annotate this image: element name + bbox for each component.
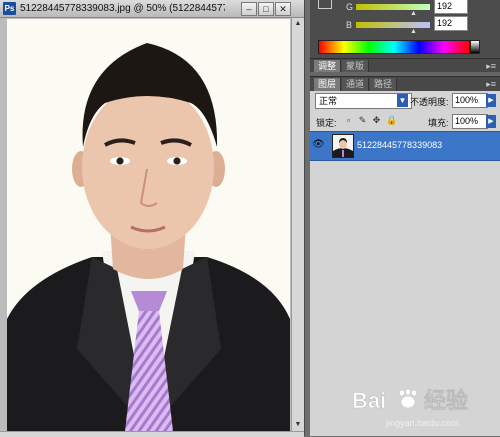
lock-position-icon[interactable]: ✥ xyxy=(372,116,381,125)
tab-layers[interactable]: 图层 xyxy=(314,78,342,91)
g-slider[interactable] xyxy=(356,4,430,10)
baidu-watermark-logo: Bai 经验 xyxy=(352,388,468,414)
color-spectrum-bar[interactable] xyxy=(318,40,470,54)
document-window: Ps 5122844577833908​3.jpg @ 50% (5122844… xyxy=(0,0,305,437)
svg-text:经验: 经验 xyxy=(424,388,468,413)
lock-transparent-icon[interactable]: ▫ xyxy=(344,116,353,125)
b-slider[interactable] xyxy=(356,22,430,28)
opacity-input[interactable]: 100% xyxy=(452,93,488,108)
visibility-eye-icon[interactable]: 👁 xyxy=(312,139,325,151)
watermark-url: jingyan.baidu.com xyxy=(386,418,459,428)
color-swatch[interactable] xyxy=(318,0,332,9)
restore-button[interactable]: □ xyxy=(258,2,274,16)
lock-paint-icon[interactable]: ✎ xyxy=(358,116,367,125)
minimize-button[interactable]: – xyxy=(241,2,257,16)
tab-channels[interactable]: 通道 xyxy=(342,78,370,91)
b-slider-thumb-icon[interactable]: ▲ xyxy=(410,28,417,35)
scroll-down-icon[interactable]: ▼ xyxy=(293,420,303,430)
layer-name: 512284457783390​83 xyxy=(357,140,443,150)
black-white-ramp[interactable] xyxy=(470,40,480,54)
b-channel-label: B xyxy=(346,20,353,30)
fill-label: 填充: xyxy=(428,118,449,128)
blend-dropdown-icon[interactable]: ▼ xyxy=(397,94,408,107)
opacity-label: 不透明度: xyxy=(410,97,449,107)
g-channel-label: G xyxy=(346,2,354,12)
lock-all-icon[interactable]: 🔒 xyxy=(386,116,397,125)
fill-arrow-icon[interactable]: ▶ xyxy=(486,115,496,128)
scroll-up-icon[interactable]: ▲ xyxy=(293,19,303,29)
layers-panel-menu-icon[interactable]: ▸≡ xyxy=(486,79,496,90)
portrait-photo xyxy=(7,19,290,431)
layers-tabbar: 图层 通道 路径 ▸≡ xyxy=(310,76,500,92)
photoshop-icon: Ps xyxy=(3,2,16,15)
tab-paths[interactable]: 路径 xyxy=(370,78,398,91)
panel-menu-icon[interactable]: ▸≡ xyxy=(486,61,496,72)
image-canvas[interactable] xyxy=(7,19,290,431)
opacity-arrow-icon[interactable]: ▶ xyxy=(486,94,496,107)
g-slider-thumb-icon[interactable]: ▲ xyxy=(410,10,417,17)
g-value-input[interactable]: 192 xyxy=(434,0,468,14)
vertical-scrollbar[interactable]: ▲ ▼ xyxy=(291,18,304,432)
b-value-input[interactable]: 192 xyxy=(434,16,468,31)
fill-input[interactable]: 100% xyxy=(452,114,488,129)
horizontal-scrollbar[interactable] xyxy=(0,431,304,437)
svg-text:Bai: Bai xyxy=(352,388,386,413)
document-titlebar[interactable]: Ps 5122844577833908​3.jpg @ 50% (5122844… xyxy=(0,0,304,18)
document-title: 5122844577833908​3.jpg @ 50% (5122844577… xyxy=(20,3,225,14)
close-button[interactable]: ✕ xyxy=(275,2,291,16)
lock-label: 锁定: xyxy=(316,118,337,128)
layer-thumbnail xyxy=(332,134,354,158)
